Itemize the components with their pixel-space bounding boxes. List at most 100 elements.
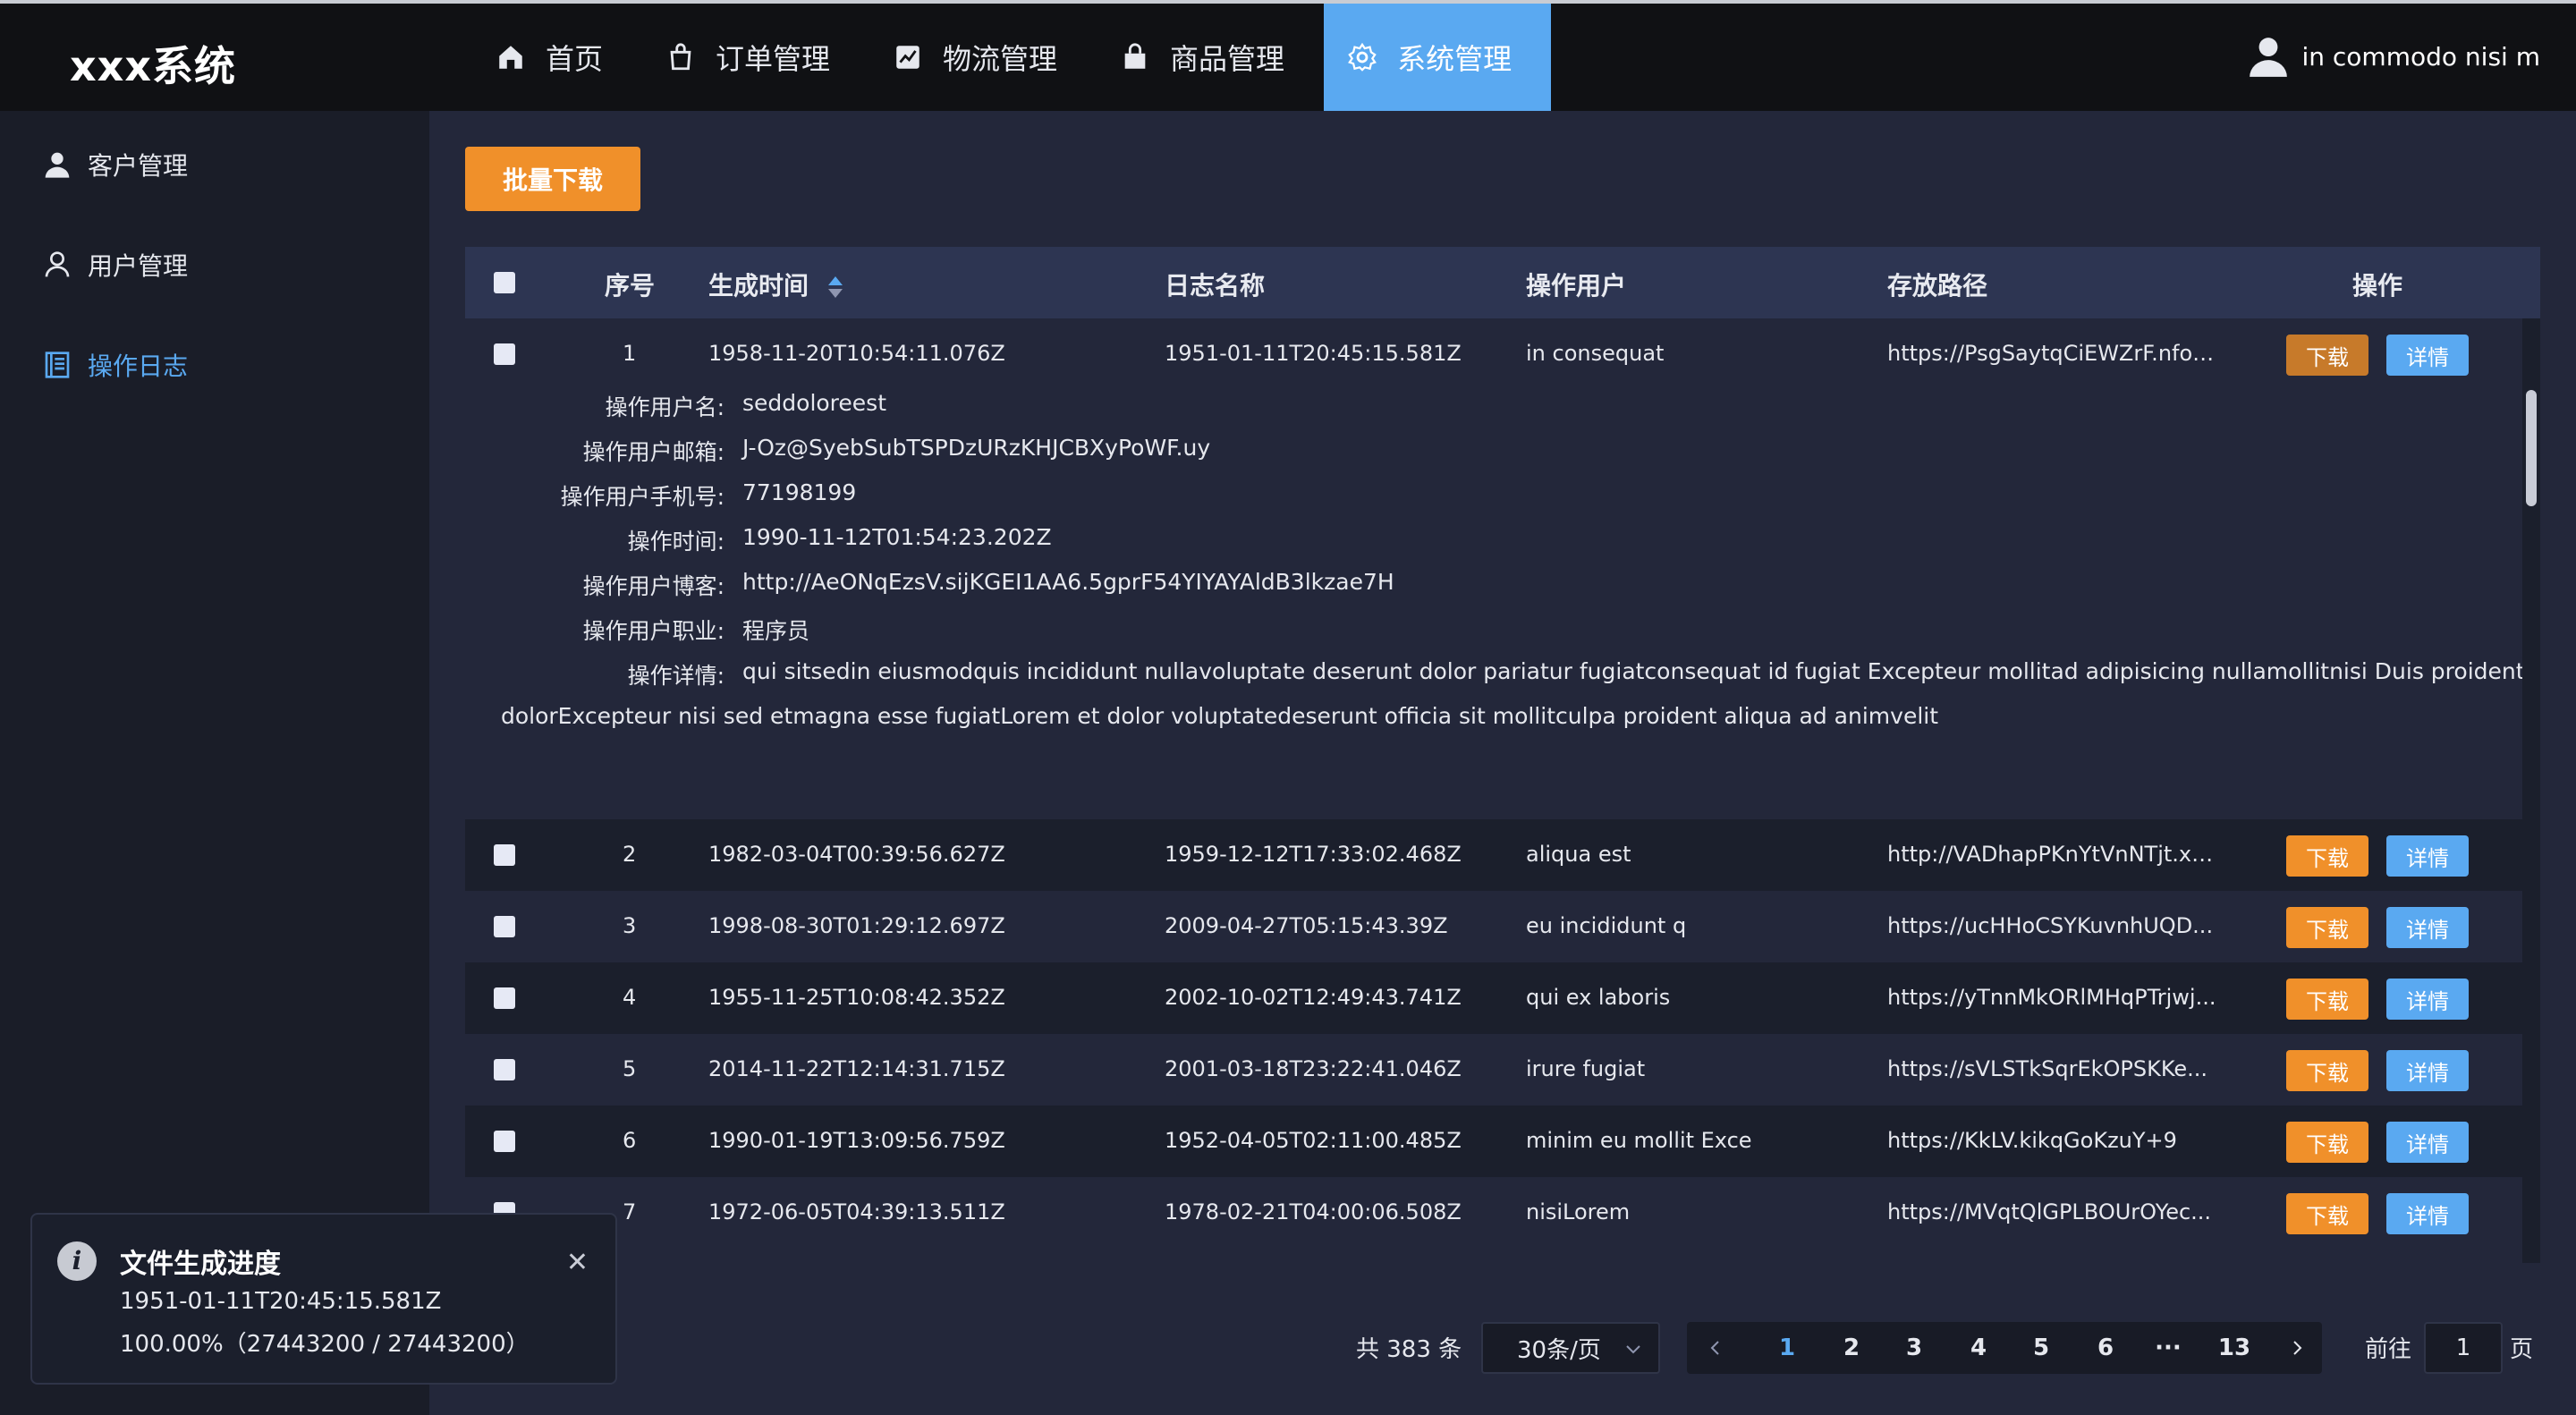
row-user: eu incididunt q — [1526, 913, 1687, 938]
main-nav: 首页 订单管理 物流管理 商品管理 系统管理 — [472, 4, 1552, 111]
download-button[interactable]: 下载 — [2286, 907, 2368, 948]
table-scrollbar[interactable] — [2522, 318, 2540, 1263]
select-all-checkbox[interactable] — [494, 272, 515, 293]
nav-products[interactable]: 商品管理 — [1097, 4, 1324, 111]
page-size-select[interactable]: 30条/页 — [1481, 1322, 1660, 1374]
row-index: 2 — [623, 842, 637, 867]
download-button[interactable]: 下载 — [2286, 835, 2368, 877]
page-size-value: 30条/页 — [1517, 1336, 1601, 1364]
sidebar-item-logs[interactable]: 操作日志 — [43, 347, 188, 383]
header-index: 序号 — [605, 271, 656, 301]
row-time: 1955-11-25T10:08:42.352Z — [708, 985, 1005, 1010]
table-row[interactable]: 7 1972-06-05T04:39:13.511Z 1978-02-21T04… — [465, 1177, 2522, 1249]
row-path: https://ucHHoCSYKuvnhUQD... — [1887, 913, 2214, 938]
page-1[interactable]: 1 — [1769, 1335, 1805, 1361]
download-button[interactable]: 下载 — [2286, 1122, 2368, 1163]
detail-op-desc-continued: dolorExcepteur nisi sed etmagna esse fug… — [501, 703, 1939, 729]
row-user: nisiLorem — [1526, 1199, 1631, 1224]
sidebar-item-users[interactable]: 用户管理 — [43, 247, 188, 283]
nav-orders[interactable]: 订单管理 — [642, 4, 869, 111]
page-4[interactable]: 4 — [1961, 1335, 1996, 1361]
download-button[interactable]: 下载 — [2286, 1193, 2368, 1234]
row-user: minim eu mollit Exce — [1526, 1128, 1752, 1153]
row-user: irure fugiat — [1526, 1056, 1646, 1081]
sort-icon[interactable] — [826, 275, 844, 300]
page-3[interactable]: 3 — [1896, 1335, 1932, 1361]
batch-download-button[interactable]: 批量下载 — [465, 147, 640, 211]
next-page-icon[interactable] — [2286, 1337, 2308, 1359]
download-button[interactable]: 下载 — [2286, 979, 2368, 1020]
row-checkbox[interactable] — [494, 343, 515, 365]
detail-label: 操作详情: — [627, 663, 724, 689]
detail-button[interactable]: 详情 — [2386, 335, 2469, 376]
header-ops: 操作 — [2352, 271, 2403, 301]
detail-value: seddoloreest — [742, 390, 886, 416]
row-checkbox[interactable] — [494, 1059, 515, 1080]
download-button[interactable]: 下载 — [2286, 335, 2368, 376]
download-button[interactable]: 下载 — [2286, 1050, 2368, 1091]
header-time[interactable]: 生成时间 — [708, 267, 844, 302]
table-row[interactable]: 6 1990-01-19T13:09:56.759Z 1952-04-05T02… — [465, 1106, 2522, 1177]
row-checkbox[interactable] — [494, 844, 515, 866]
detail-value: 程序员 — [742, 618, 810, 644]
table-row[interactable]: 3 1998-08-30T01:29:12.697Z 2009-04-27T05… — [465, 891, 2522, 962]
row-checkbox[interactable] — [494, 987, 515, 1009]
row-path: https://MVqtQlGPLBOUrOYec... — [1887, 1199, 2212, 1224]
nav-system[interactable]: 系统管理 — [1324, 4, 1552, 111]
customer-icon — [45, 152, 70, 178]
app-logo[interactable]: xxx系统 — [70, 34, 236, 93]
detail-label: 操作用户职业: — [582, 618, 724, 644]
detail-label: 操作用户手机号: — [560, 484, 724, 510]
page-5[interactable]: 5 — [2023, 1335, 2059, 1361]
page-13[interactable]: 13 — [2216, 1335, 2252, 1361]
detail-button[interactable]: 详情 — [2386, 1050, 2469, 1091]
user-icon — [45, 251, 70, 277]
page-2[interactable]: 2 — [1834, 1335, 1869, 1361]
row-path: https://sVLSTkSqrEkOPSKKe... — [1887, 1056, 2208, 1081]
detail-button[interactable]: 详情 — [2386, 979, 2469, 1020]
user-menu[interactable]: in commodo nisi m — [2246, 34, 2540, 79]
row-user: aliqua est — [1526, 842, 1631, 867]
row-index: 3 — [623, 913, 637, 938]
detail-label: 操作用户博客: — [582, 573, 724, 599]
nav-home[interactable]: 首页 — [472, 4, 642, 111]
row-time: 1982-03-04T00:39:56.627Z — [708, 842, 1005, 867]
detail-label: 操作用户邮箱: — [582, 439, 724, 465]
table-row[interactable]: 1 1958-11-20T10:54:11.076Z 1951-01-11T20… — [465, 318, 2522, 390]
nav-orders-label: 订单管理 — [716, 42, 831, 76]
page-6[interactable]: 6 — [2088, 1335, 2123, 1361]
detail-button[interactable]: 详情 — [2386, 1193, 2469, 1234]
notification-file: 1951-01-11T20:45:15.581Z — [120, 1288, 442, 1315]
sidebar-item-customers[interactable]: 客户管理 — [43, 147, 188, 182]
page-ellipsis[interactable]: ··· — [2150, 1335, 2186, 1361]
row-index: 1 — [623, 341, 637, 366]
nav-home-label: 首页 — [546, 42, 604, 76]
prev-page-icon[interactable] — [1705, 1337, 1726, 1359]
row-checkbox[interactable] — [494, 1131, 515, 1152]
order-icon — [670, 43, 691, 71]
nav-logistics[interactable]: 物流管理 — [869, 4, 1097, 111]
table-row[interactable]: 4 1955-11-25T10:08:42.352Z 2002-10-02T12… — [465, 962, 2522, 1034]
row-path: https://yTnnMkORlMHqPTrjwj... — [1887, 985, 2216, 1010]
row-path: https://PsgSaytqCiEWZrF.nfosaq — [1887, 341, 2218, 366]
header-time-label: 生成时间 — [708, 271, 809, 301]
log-table: 序号 生成时间 日志名称 操作用户 存放路径 操作 1 1958-11-20T1… — [465, 247, 2540, 1263]
goto-page-input[interactable]: 1 — [2424, 1322, 2503, 1374]
row-name: 1978-02-21T04:00:06.508Z — [1165, 1199, 1462, 1224]
detail-button[interactable]: 详情 — [2386, 1122, 2469, 1163]
table-row[interactable]: 5 2014-11-22T12:14:31.715Z 2001-03-18T23… — [465, 1034, 2522, 1106]
detail-button[interactable]: 详情 — [2386, 835, 2469, 877]
table-row[interactable]: 2 1982-03-04T00:39:56.627Z 1959-12-12T17… — [465, 819, 2522, 891]
close-icon[interactable]: ✕ — [566, 1247, 589, 1278]
goto-label: 前往 — [2365, 1336, 2412, 1363]
row-name: 2002-10-02T12:49:43.741Z — [1165, 985, 1462, 1010]
row-checkbox[interactable] — [494, 916, 515, 937]
row-time: 1990-01-19T13:09:56.759Z — [708, 1128, 1005, 1153]
row-name: 2001-03-18T23:22:41.046Z — [1165, 1056, 1462, 1081]
nav-system-label: 系统管理 — [1397, 42, 1513, 76]
pagination: 1 2 3 4 5 6 ··· 13 — [1687, 1322, 2322, 1374]
table-header: 序号 生成时间 日志名称 操作用户 存放路径 操作 — [465, 247, 2540, 318]
row-index: 7 — [623, 1199, 637, 1224]
detail-button[interactable]: 详情 — [2386, 907, 2469, 948]
scrollbar-thumb[interactable] — [2526, 390, 2537, 506]
